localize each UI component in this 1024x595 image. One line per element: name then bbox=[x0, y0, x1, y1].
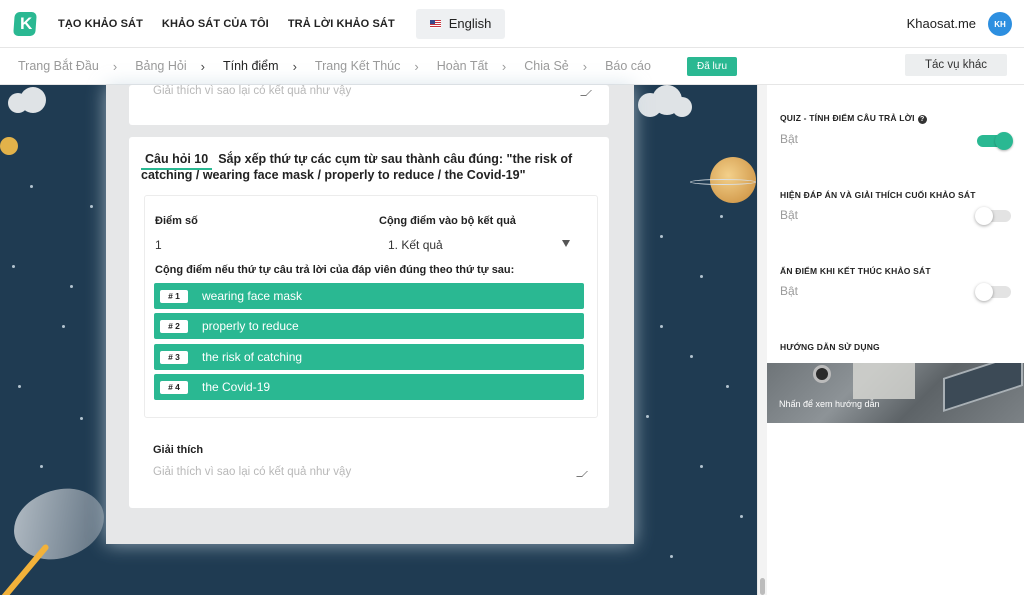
score-input[interactable]: 1 bbox=[155, 238, 162, 252]
order-text: the risk of catching bbox=[202, 350, 303, 364]
scoring-settings-box: Điểm số 1 Cộng điểm vào bộ kết quả 1. Kế… bbox=[144, 195, 598, 418]
quiz-scoring-title: QUIZ - TÍNH ĐIỂM CÂU TRẢ LỜI? bbox=[780, 113, 927, 124]
language-label: English bbox=[448, 16, 492, 31]
help-icon[interactable]: ? bbox=[917, 115, 927, 124]
show-answers-title: HIỆN ĐÁP ÁN VÀ GIẢI THÍCH CUỐI KHẢO SÁT bbox=[780, 190, 976, 200]
step-scoring[interactable]: Tính điểm bbox=[223, 59, 279, 73]
nav-my-surveys[interactable]: KHẢO SÁT CỦA TÔI bbox=[162, 18, 269, 30]
other-actions-button[interactable]: Tác vụ khác bbox=[905, 54, 1007, 76]
show-answers-toggle[interactable] bbox=[975, 207, 1011, 225]
user-guide-title: HƯỚNG DẪN SỬ DỤNG bbox=[780, 342, 880, 352]
quiz-scoring-toggle[interactable] bbox=[977, 132, 1013, 150]
question-heading: Câu hỏi 10 Sắp xếp thứ tự các cụm từ sau … bbox=[141, 151, 581, 183]
chevron-right-icon: › bbox=[200, 58, 205, 74]
explanation-input[interactable]: Giải thích vì sao lại có kết quả như vậy bbox=[153, 466, 351, 478]
show-answers-status: Bật bbox=[780, 208, 799, 222]
step-share[interactable]: Chia Sẻ bbox=[524, 59, 568, 73]
chevron-right-icon: › bbox=[292, 58, 297, 74]
order-item-3[interactable]: # 3 the risk of catching bbox=[154, 344, 584, 370]
cloud-decoration bbox=[672, 97, 692, 117]
question-number: Câu hỏi 10 bbox=[141, 151, 213, 170]
order-text: the Covid-19 bbox=[202, 380, 271, 394]
step-end-page[interactable]: Trang Kết Thúc bbox=[315, 59, 400, 73]
brand-link[interactable]: Khaosat.me bbox=[907, 16, 976, 31]
order-item-2[interactable]: # 2 properly to reduce bbox=[154, 313, 584, 339]
result-set-select[interactable]: 1. Kết quả bbox=[388, 238, 443, 252]
hide-score-toggle[interactable] bbox=[975, 283, 1011, 301]
hide-score-status: Bật bbox=[780, 284, 799, 298]
step-bar: Trang Bắt Đầu › Bảng Hỏi › Tính điểm › T… bbox=[0, 48, 1024, 85]
previous-explanation-input[interactable]: Giải thích vì sao lại có kết quả như vậy bbox=[153, 85, 351, 97]
user-guide-text: Nhấn để xem hướng dẫn bbox=[779, 399, 880, 409]
order-rule-label: Cộng điểm nếu thứ tự câu trả lời của đáp… bbox=[155, 264, 515, 276]
language-button[interactable]: English bbox=[415, 8, 506, 39]
resize-handle-icon[interactable] bbox=[580, 90, 592, 96]
previous-question-card: Giải thích vì sao lại có kết quả như vậy bbox=[129, 85, 609, 125]
us-flag-icon bbox=[429, 19, 441, 28]
rocket-decoration bbox=[2, 469, 116, 579]
chevron-right-icon: › bbox=[501, 58, 507, 74]
order-text: wearing face mask bbox=[202, 289, 303, 303]
settings-sidebar: QUIZ - TÍNH ĐIỂM CÂU TRẢ LỜI? Bật HIỆN Đ… bbox=[767, 85, 1024, 595]
order-tag: # 4 bbox=[160, 380, 188, 394]
explanation-label: Giải thích bbox=[153, 444, 204, 456]
page-scrollbar[interactable] bbox=[757, 85, 767, 595]
khaosat-logo[interactable]: K bbox=[13, 11, 37, 36]
nav-create-survey[interactable]: TẠO KHẢO SÁT bbox=[58, 18, 143, 30]
planet-decoration bbox=[0, 137, 18, 155]
score-label: Điểm số bbox=[155, 215, 198, 227]
step-complete[interactable]: Hoàn Tất bbox=[437, 59, 488, 73]
step-report[interactable]: Báo cáo bbox=[605, 59, 651, 73]
planet-ring-decoration bbox=[690, 179, 756, 185]
chevron-right-icon: › bbox=[112, 58, 118, 74]
avatar[interactable]: KH bbox=[988, 12, 1012, 36]
step-questionnaire[interactable]: Bảng Hỏi bbox=[135, 59, 186, 73]
caret-down-icon[interactable] bbox=[562, 240, 570, 247]
order-item-4[interactable]: # 4 the Covid-19 bbox=[154, 374, 584, 400]
nav-answer-survey[interactable]: TRẢ LỜI KHẢO SÁT bbox=[288, 18, 395, 30]
chevron-right-icon: › bbox=[414, 58, 419, 74]
survey-panel: Giải thích vì sao lại có kết quả như vậy… bbox=[106, 85, 634, 544]
cloud-decoration bbox=[20, 87, 46, 113]
chevron-right-icon: › bbox=[582, 58, 588, 74]
order-tag: # 3 bbox=[160, 350, 188, 364]
result-set-label: Cộng điểm vào bộ kết quả bbox=[379, 215, 516, 227]
top-nav: K TẠO KHẢO SÁT KHẢO SÁT CỦA TÔI TRẢ LỜI … bbox=[0, 0, 1024, 48]
saved-badge: Đã lưu bbox=[686, 56, 738, 76]
quiz-scoring-status: Bật bbox=[780, 132, 799, 146]
order-tag: # 2 bbox=[160, 319, 188, 333]
resize-handle-icon[interactable] bbox=[576, 471, 588, 477]
step-start-page[interactable]: Trang Bắt Đầu bbox=[18, 59, 99, 73]
question-card: Câu hỏi 10 Sắp xếp thứ tự các cụm từ sau … bbox=[129, 137, 609, 508]
order-item-1[interactable]: # 1 wearing face mask bbox=[154, 283, 584, 309]
user-guide-banner[interactable]: Nhấn để xem hướng dẫn bbox=[767, 363, 1024, 423]
order-text: properly to reduce bbox=[202, 319, 299, 333]
order-tag: # 1 bbox=[160, 289, 188, 303]
hide-score-title: ẨN ĐIỂM KHI KẾT THÚC KHẢO SÁT bbox=[780, 266, 931, 276]
